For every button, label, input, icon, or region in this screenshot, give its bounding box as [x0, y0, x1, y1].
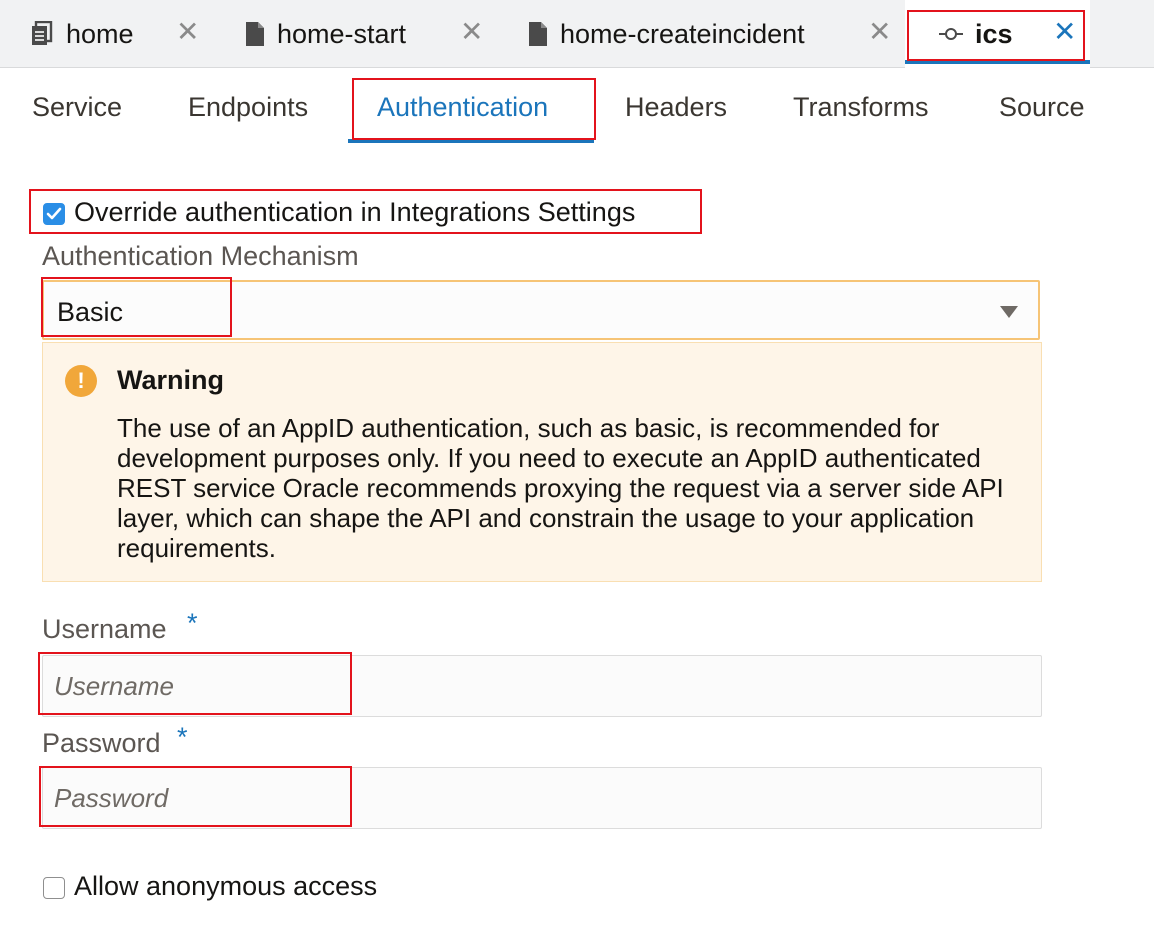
required-indicator: * [187, 608, 198, 638]
close-icon[interactable]: ✕ [1053, 18, 1076, 46]
close-icon[interactable]: ✕ [868, 18, 891, 46]
password-input[interactable] [42, 767, 1042, 829]
dropdown-arrow-icon[interactable] [1000, 306, 1018, 318]
file-icon [245, 21, 265, 47]
tab-home-createincident[interactable]: home-createincident ✕ [528, 0, 893, 68]
username-label: Username [42, 614, 167, 644]
override-auth-label[interactable]: Override authentication in Integrations … [74, 197, 635, 228]
username-input[interactable] [42, 655, 1042, 717]
tab-headers[interactable]: Headers [625, 92, 727, 123]
warning-message: ! Warning The use of an AppID authentica… [42, 342, 1042, 582]
warning-icon: ! [65, 365, 97, 397]
tab-ics[interactable]: ics ✕ [905, 0, 1090, 68]
document-tab-bar: home ✕ home-start ✕ home-createincident … [0, 0, 1154, 68]
section-tab-bar: Service Endpoints Authentication Headers… [0, 68, 1154, 148]
tab-home-start[interactable]: home-start ✕ [245, 0, 490, 68]
anonymous-access-checkbox[interactable] [43, 877, 65, 899]
warning-title: Warning [117, 365, 224, 395]
tab-endpoints[interactable]: Endpoints [188, 92, 308, 123]
tab-source[interactable]: Source [999, 92, 1085, 123]
file-icon [528, 21, 548, 47]
required-indicator: * [177, 722, 188, 752]
tab-service[interactable]: Service [32, 92, 122, 123]
auth-mechanism-label: Authentication Mechanism [42, 241, 359, 271]
close-icon[interactable]: ✕ [460, 18, 483, 46]
password-label: Password [42, 728, 161, 758]
close-icon[interactable]: ✕ [176, 18, 199, 46]
tab-ics-label: ics [975, 18, 1013, 49]
service-connection-icon [939, 26, 963, 42]
tab-home-start-label: home-start [277, 18, 407, 49]
auth-mechanism-select[interactable]: Basic [42, 280, 1040, 340]
tab-home-label: home [66, 18, 134, 49]
tab-home[interactable]: home ✕ [30, 0, 210, 68]
tab-transforms[interactable]: Transforms [793, 92, 929, 123]
override-auth-checkbox[interactable] [43, 203, 65, 225]
active-tab-indicator [348, 139, 594, 143]
checkmark-icon [46, 207, 62, 220]
auth-mechanism-value: Basic [57, 297, 124, 327]
anonymous-access-label[interactable]: Allow anonymous access [74, 871, 377, 902]
pages-icon [30, 21, 54, 47]
tab-home-createincident-label: home-createincident [560, 18, 805, 49]
warning-body: The use of an AppID authentication, such… [117, 413, 1004, 563]
tab-authentication[interactable]: Authentication [377, 92, 548, 123]
